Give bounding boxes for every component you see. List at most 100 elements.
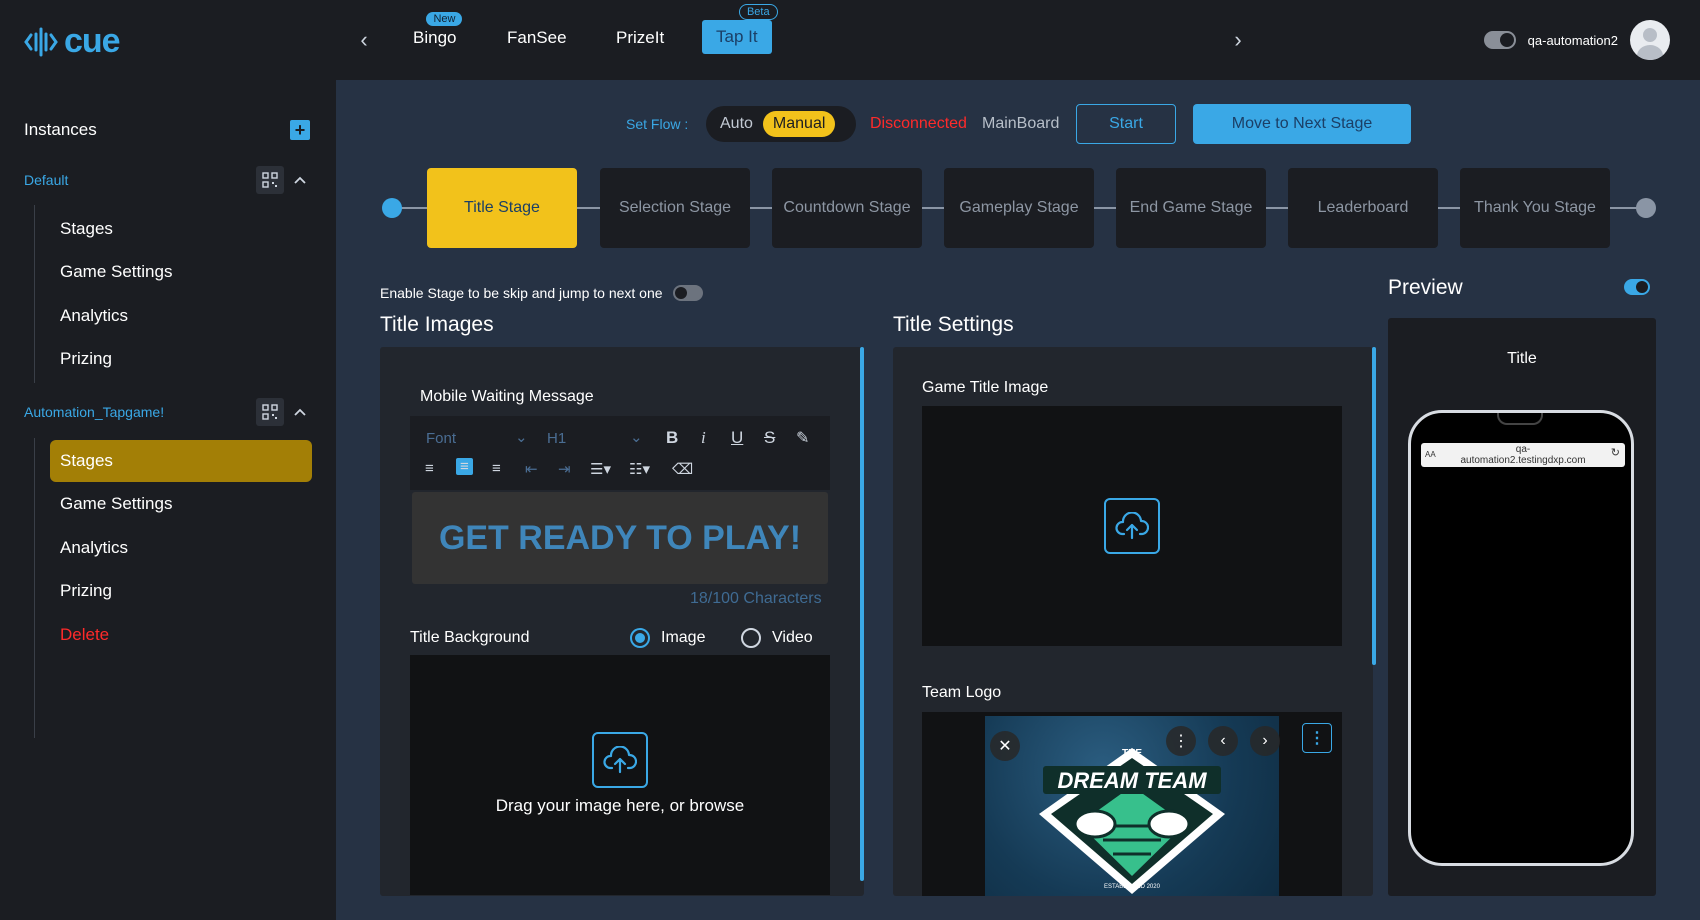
upload-cloud-icon[interactable] bbox=[1104, 498, 1160, 554]
preview-toggle[interactable] bbox=[1624, 279, 1650, 295]
collapse-chevron-icon[interactable] bbox=[292, 172, 308, 188]
logo-text: cue bbox=[64, 22, 121, 60]
scrollbar[interactable] bbox=[860, 347, 864, 881]
stage-start-dot bbox=[382, 198, 402, 218]
qr-code-button[interactable] bbox=[256, 166, 284, 194]
skip-stage-label: Enable Stage to be skip and jump to next… bbox=[380, 285, 663, 301]
indent-icon[interactable]: ⇥ bbox=[558, 460, 571, 478]
outdent-icon[interactable]: ⇤ bbox=[525, 460, 538, 478]
stage-selection[interactable]: Selection Stage bbox=[600, 168, 750, 248]
mobile-waiting-label: Mobile Waiting Message bbox=[420, 388, 594, 405]
sidebar-item-prizing[interactable]: Prizing bbox=[50, 570, 312, 612]
radio-video-label: Video bbox=[772, 629, 813, 646]
qr-code-icon bbox=[262, 172, 278, 188]
title-images-heading: Title Images bbox=[380, 313, 494, 336]
editor-toolbar: Font ⌄ H1 ⌄ B i U S ✎ ≡ ≡ ≡ ⇤ ⇥ ☰▾ ☷▾ ⌫ bbox=[410, 416, 830, 490]
stage-leaderboard[interactable]: Leaderboard bbox=[1288, 168, 1438, 248]
reload-icon: ↻ bbox=[1610, 447, 1620, 459]
flow-auto-option[interactable]: Auto bbox=[710, 111, 763, 137]
skip-stage-row: Enable Stage to be skip and jump to next… bbox=[380, 285, 703, 301]
add-instance-button[interactable]: + bbox=[290, 120, 310, 140]
sidebar-item-delete[interactable]: Delete bbox=[50, 614, 312, 656]
start-button[interactable]: Start bbox=[1076, 104, 1176, 144]
tab-tapit[interactable]: Tap It Beta bbox=[702, 4, 778, 54]
stage-thank-you[interactable]: Thank You Stage bbox=[1460, 168, 1610, 248]
chevron-left-icon[interactable]: ‹ bbox=[350, 26, 378, 54]
highlighter-icon[interactable]: ✎ bbox=[796, 428, 809, 448]
team-logo-top-text: THE bbox=[1122, 748, 1142, 759]
group-divider bbox=[34, 205, 35, 383]
text-size-icon: AA bbox=[1425, 450, 1436, 459]
eraser-icon[interactable]: ⌫ bbox=[672, 460, 693, 478]
title-settings-heading: Title Settings bbox=[893, 313, 1014, 336]
underline-icon[interactable]: U bbox=[731, 428, 743, 448]
theme-toggle[interactable] bbox=[1483, 31, 1516, 49]
phone-url-bar: AA qa- automation2.testingdxp.com ↻ bbox=[1421, 443, 1625, 467]
font-select[interactable]: Font bbox=[426, 430, 456, 447]
qr-code-icon bbox=[262, 404, 278, 420]
sidebar-item-analytics[interactable]: Analytics bbox=[50, 527, 312, 569]
chevron-down-icon[interactable]: ⌄ bbox=[630, 428, 643, 446]
italic-icon[interactable]: i bbox=[701, 428, 706, 448]
stage-countdown[interactable]: Countdown Stage bbox=[772, 168, 922, 248]
strikethrough-icon[interactable]: S bbox=[764, 428, 775, 448]
sidebar-item-stages[interactable]: Stages bbox=[50, 208, 312, 250]
instance-automation-title[interactable]: Automation_Tapgame! bbox=[24, 404, 164, 420]
username: qa-automation2 bbox=[1527, 32, 1618, 48]
skip-stage-toggle[interactable] bbox=[672, 285, 703, 301]
avatar[interactable] bbox=[1630, 20, 1670, 60]
char-count: 18/100 Characters bbox=[690, 590, 822, 607]
tab-bingo[interactable]: Bingo New bbox=[413, 12, 463, 48]
stage-end-game[interactable]: End Game Stage bbox=[1116, 168, 1266, 248]
flow-manual-option[interactable]: Manual bbox=[762, 111, 836, 137]
flow-mode-switch[interactable]: Auto Manual bbox=[706, 106, 856, 142]
team-logo-text: DREAM TEAM bbox=[1057, 768, 1207, 793]
image-options-button[interactable]: ⋮ bbox=[1302, 723, 1332, 753]
phone-notch bbox=[1497, 413, 1543, 425]
heading-select[interactable]: H1 bbox=[547, 430, 566, 447]
title-background-label: Title Background bbox=[410, 629, 530, 646]
url-line-2: automation2.testingdxp.com bbox=[1460, 455, 1586, 466]
align-left-icon[interactable]: ≡ bbox=[425, 460, 434, 477]
upload-cloud-icon[interactable] bbox=[592, 732, 648, 788]
drop-text: Drag your image here, or browse bbox=[495, 796, 745, 815]
instances-heading: Instances bbox=[24, 120, 97, 139]
stage-title[interactable]: Title Stage bbox=[427, 168, 577, 248]
connection-status: Disconnected bbox=[870, 115, 967, 132]
stage-gameplay[interactable]: Gameplay Stage bbox=[944, 168, 1094, 248]
sidebar-item-game-settings[interactable]: Game Settings bbox=[50, 251, 312, 293]
new-badge: New bbox=[426, 12, 463, 26]
sidebar-item-analytics[interactable]: Analytics bbox=[50, 295, 312, 337]
align-right-icon[interactable]: ≡ bbox=[492, 460, 501, 477]
chevron-right-icon[interactable]: › bbox=[1224, 26, 1252, 54]
sidebar-item-game-settings[interactable]: Game Settings bbox=[50, 483, 312, 525]
more-vertical-icon[interactable]: ⋮ bbox=[1166, 726, 1196, 756]
set-flow-label: Set Flow : bbox=[626, 116, 689, 132]
scrollbar[interactable] bbox=[1372, 347, 1376, 665]
tab-fansee-label: FanSee bbox=[507, 28, 567, 47]
radio-video[interactable] bbox=[741, 628, 761, 648]
align-center-icon[interactable]: ≡ bbox=[456, 458, 473, 475]
instance-default-title[interactable]: Default bbox=[24, 172, 68, 188]
sidebar-item-stages-active[interactable]: Stages bbox=[50, 440, 312, 482]
bullet-list-icon[interactable]: ☷▾ bbox=[629, 460, 650, 478]
tab-bingo-label: Bingo bbox=[413, 28, 457, 47]
cue-logo[interactable]: cue bbox=[24, 22, 121, 61]
qr-code-button[interactable] bbox=[256, 398, 284, 426]
chevron-down-icon[interactable]: ⌄ bbox=[515, 428, 528, 446]
bold-icon[interactable]: B bbox=[666, 428, 678, 448]
sidebar-item-prizing[interactable]: Prizing bbox=[50, 338, 312, 380]
chevron-right-icon[interactable]: › bbox=[1250, 726, 1280, 756]
waiting-message-editor[interactable]: GET READY TO PLAY! bbox=[412, 492, 828, 584]
chevron-left-icon[interactable]: ‹ bbox=[1208, 726, 1238, 756]
radio-image[interactable] bbox=[630, 628, 650, 648]
soundwave-logo-icon bbox=[24, 27, 58, 56]
move-next-stage-button[interactable]: Move to Next Stage bbox=[1193, 104, 1411, 144]
game-title-image-label: Game Title Image bbox=[922, 379, 1049, 396]
collapse-chevron-icon[interactable] bbox=[292, 404, 308, 420]
team-logo-label: Team Logo bbox=[922, 684, 1002, 701]
tab-fansee[interactable]: FanSee bbox=[507, 28, 567, 48]
close-icon[interactable]: ✕ bbox=[990, 731, 1020, 761]
tab-prizeit[interactable]: PrizeIt bbox=[616, 28, 664, 48]
ordered-list-icon[interactable]: ☰▾ bbox=[590, 460, 611, 478]
